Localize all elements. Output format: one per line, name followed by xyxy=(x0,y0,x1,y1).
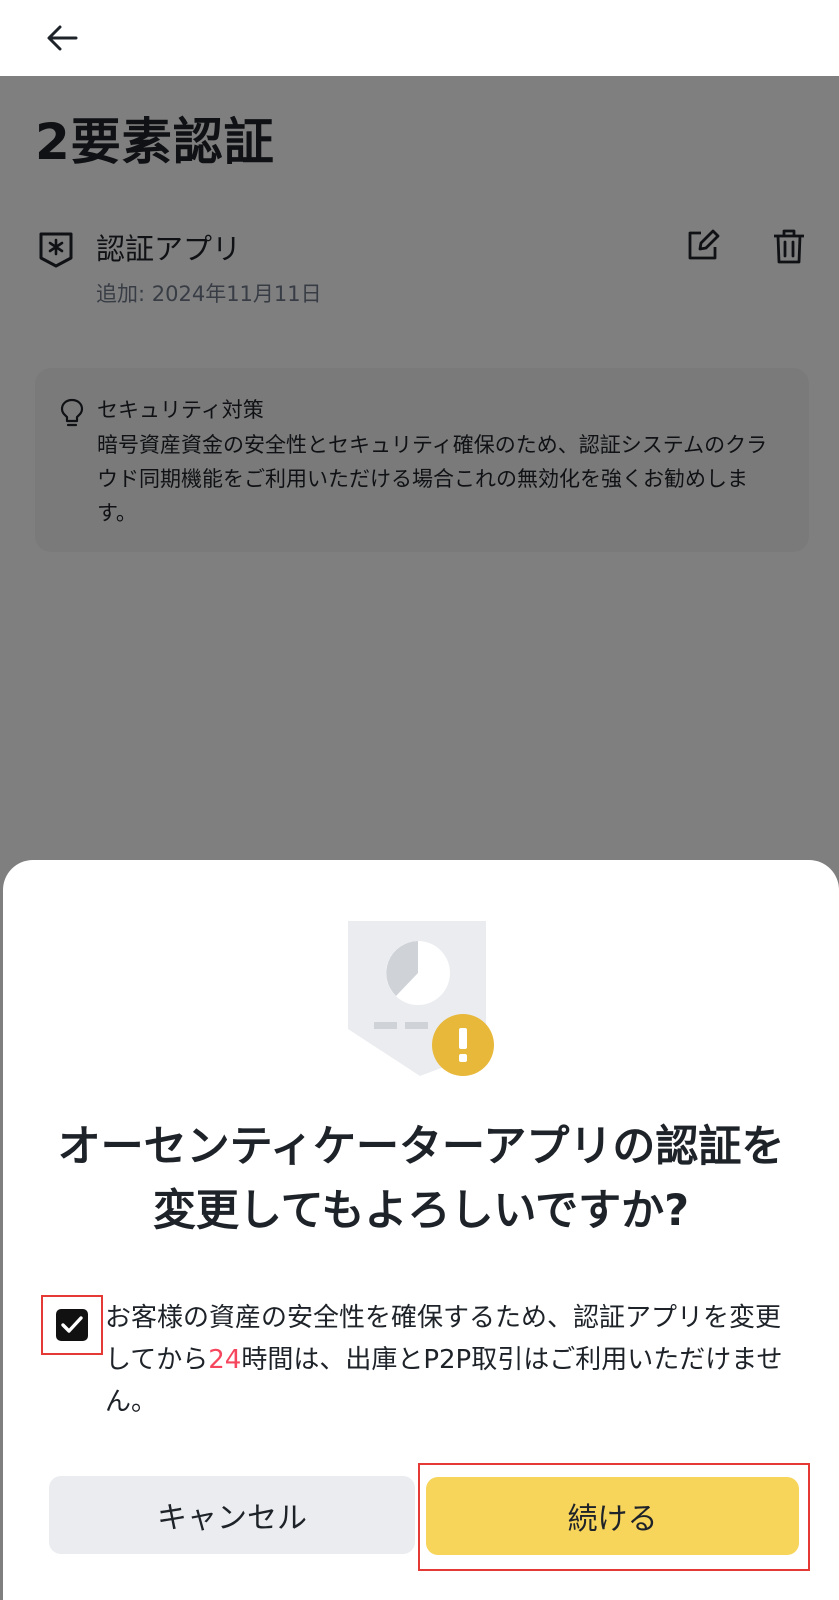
back-arrow-icon xyxy=(47,25,78,51)
top-bar xyxy=(0,0,839,76)
agree-checkbox[interactable] xyxy=(41,1295,103,1355)
warning-document-illustration xyxy=(348,921,494,1076)
agree-hours: 24 xyxy=(208,1345,242,1375)
confirm-bottom-sheet: オーセンティケーターアプリの認証を変更してもよろしいですか? お客様の資産の安全… xyxy=(3,860,839,1600)
checkbox-box xyxy=(56,1309,88,1341)
screen: 2要素認証 認証アプリ 追加: 2024年11月11日 xyxy=(0,0,839,1600)
agree-text: お客様の資産の安全性を確保するため、認証アプリを変更してから24時間は、出庫とP… xyxy=(105,1297,795,1423)
continue-button[interactable]: 続ける xyxy=(426,1477,799,1555)
dialog-title: オーセンティケーターアプリの認証を変更してもよろしいですか? xyxy=(57,1122,785,1236)
back-button[interactable] xyxy=(42,18,82,58)
cancel-button[interactable]: キャンセル xyxy=(49,1476,415,1554)
checkmark-icon xyxy=(61,1316,83,1333)
